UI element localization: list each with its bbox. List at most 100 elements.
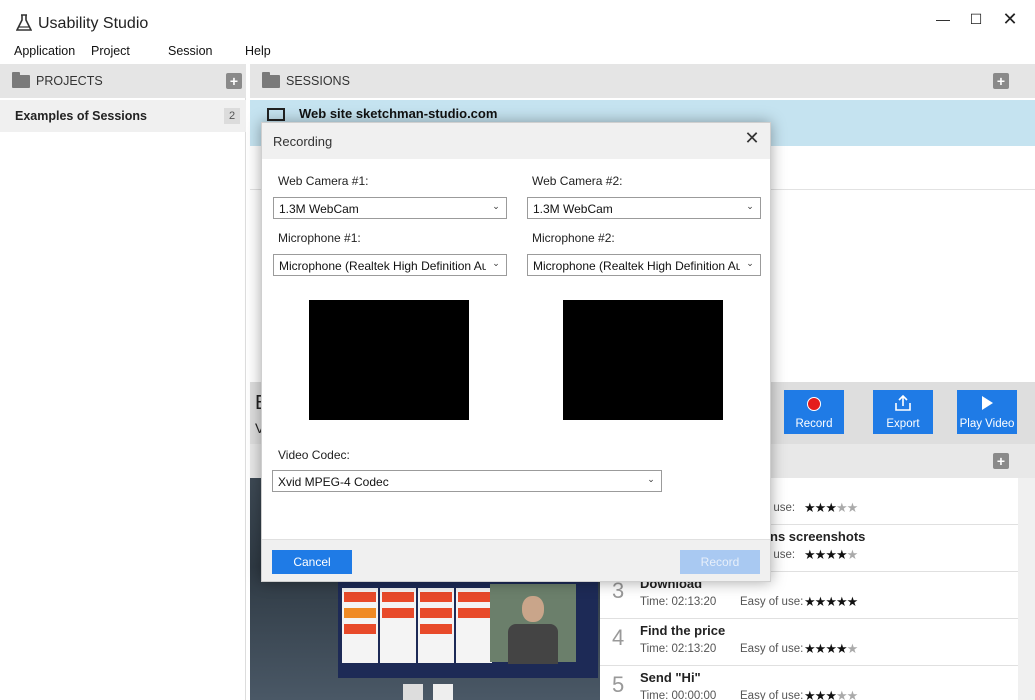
play-video-button[interactable]: Play Video <box>957 390 1017 434</box>
task-item[interactable]: 5 Send "Hi" Time: 00:00:00 Easy of use: … <box>600 666 1018 700</box>
task-name: ns screenshots <box>770 529 866 544</box>
project-item-label: Examples of Sessions <box>15 109 148 123</box>
task-time: Time: 02:13:20 <box>640 596 717 608</box>
web-camera-2-select[interactable]: 1.3M WebCam ⌄ <box>527 197 761 219</box>
project-item-count-badge: 2 <box>224 108 240 124</box>
star-filled-icon: ★ <box>825 688 837 700</box>
dialog-footer: Cancel Record <box>262 539 770 581</box>
dialog-title: Recording <box>273 134 333 149</box>
title-bar: Usability Studio — ☐ ✕ <box>0 0 1035 40</box>
recorded-screen-thumbnail <box>338 578 598 678</box>
camera-2-preview <box>563 300 723 420</box>
add-project-button[interactable]: + <box>226 73 242 89</box>
star-filled-icon: ★ <box>804 688 816 700</box>
star-filled-icon: ★ <box>825 594 837 609</box>
star-filled-icon: ★ <box>814 688 827 700</box>
microphone-2-value: Microphone (Realtek High Definition Audi… <box>533 259 740 273</box>
star-filled-icon: ★ <box>804 641 816 656</box>
task-easy-label: Easy of use: <box>740 596 804 608</box>
chevron-down-icon: ⌄ <box>492 258 500 268</box>
task-rating-stars: ★★★★★ <box>804 641 858 657</box>
video-codec-select[interactable]: Xvid MPEG-4 Codec ⌄ <box>272 470 662 492</box>
task-rating-stars: ★★★★★ <box>804 547 859 563</box>
play-video-button-label: Play Video <box>959 418 1015 430</box>
web-camera-2-value: 1.3M WebCam <box>533 202 613 216</box>
projects-pane: PROJECTS + Examples of Sessions 2 <box>0 64 246 700</box>
start-recording-button[interactable]: Record <box>680 550 760 574</box>
board-column <box>380 588 416 663</box>
task-time: Time: 02:13:20 <box>640 643 717 655</box>
play-icon <box>982 396 993 410</box>
dialog-body: Web Camera #1: Web Camera #2: 1.3M WebCa… <box>262 159 770 539</box>
star-empty-icon: ★ <box>846 688 859 700</box>
person-head <box>522 596 544 622</box>
export-button[interactable]: Export <box>873 390 933 434</box>
task-name: Send "Hi" <box>640 670 701 685</box>
folder-icon <box>262 72 280 88</box>
star-filled-icon: ★ <box>814 547 827 562</box>
star-filled-icon: ★ <box>835 547 848 562</box>
project-item[interactable]: Examples of Sessions 2 <box>0 100 246 132</box>
play-control-button[interactable] <box>403 684 423 700</box>
task-number: 5 <box>612 672 625 697</box>
projects-header: PROJECTS + <box>0 64 246 98</box>
add-session-button[interactable]: + <box>993 73 1009 89</box>
star-empty-icon: ★ <box>846 547 859 562</box>
star-filled-icon: ★ <box>846 594 859 609</box>
star-empty-icon: ★ <box>835 500 848 515</box>
cancel-button[interactable]: Cancel <box>272 550 352 574</box>
star-filled-icon: ★ <box>804 594 816 609</box>
microphone-1-value: Microphone (Realtek High Definition Audi… <box>279 259 486 273</box>
close-window-button[interactable]: ✕ <box>995 8 1025 30</box>
star-filled-icon: ★ <box>814 500 827 515</box>
star-filled-icon: ★ <box>835 641 848 656</box>
tasks-scrollbar[interactable] <box>1018 478 1035 700</box>
board-column <box>418 588 454 663</box>
menu-session[interactable]: Session <box>168 44 212 58</box>
minimize-button[interactable]: — <box>928 8 958 30</box>
add-task-button[interactable]: + <box>993 453 1009 469</box>
star-filled-icon: ★ <box>804 547 816 562</box>
task-name: Find the price <box>640 623 726 638</box>
video-codec-label: Video Codec: <box>278 448 350 462</box>
folder-icon <box>12 72 30 88</box>
maximize-button[interactable]: ☐ <box>961 8 991 30</box>
app-logo-icon <box>16 14 32 31</box>
task-easy-label: Easy of use: <box>740 643 804 655</box>
menu-application[interactable]: Application <box>14 44 75 58</box>
star-filled-icon: ★ <box>835 594 848 609</box>
person-body <box>508 624 558 664</box>
video-codec-value: Xvid MPEG-4 Codec <box>278 475 389 489</box>
task-item[interactable]: 4 Find the price Time: 02:13:20 Easy of … <box>600 619 1018 666</box>
star-filled-icon: ★ <box>814 641 827 656</box>
star-empty-icon: ★ <box>846 500 859 515</box>
chevron-down-icon: ⌄ <box>492 201 500 211</box>
task-time: Time: 00:00:00 <box>640 690 717 700</box>
microphone-1-select[interactable]: Microphone (Realtek High Definition Audi… <box>273 254 507 276</box>
chevron-down-icon: ⌄ <box>647 474 655 484</box>
monitor-icon <box>267 108 285 126</box>
app-window: Usability Studio — ☐ ✕ Application Proje… <box>0 0 1035 700</box>
stop-control-button[interactable] <box>433 684 453 700</box>
sessions-header-label: SESSIONS <box>286 74 350 88</box>
microphone-2-select[interactable]: Microphone (Realtek High Definition Audi… <box>527 254 761 276</box>
task-rating-stars: ★★★★★ <box>804 688 859 700</box>
star-filled-icon: ★ <box>804 500 816 515</box>
recording-dialog: Recording ✕ Web Camera #1: Web Camera #2… <box>261 122 771 582</box>
board-column <box>456 588 492 663</box>
board-column <box>342 588 378 663</box>
web-camera-1-value: 1.3M WebCam <box>279 202 359 216</box>
star-filled-icon: ★ <box>825 500 837 515</box>
web-camera-1-select[interactable]: 1.3M WebCam ⌄ <box>273 197 507 219</box>
dialog-close-button[interactable]: ✕ <box>742 128 762 150</box>
app-title: Usability Studio <box>38 15 149 32</box>
star-filled-icon: ★ <box>825 641 837 656</box>
web-camera-2-label: Web Camera #2: <box>532 174 623 188</box>
task-number: 4 <box>612 625 625 650</box>
record-button[interactable]: Record <box>784 390 844 434</box>
web-camera-1-label: Web Camera #1: <box>278 174 369 188</box>
microphone-2-label: Microphone #2: <box>532 231 615 245</box>
menu-help[interactable]: Help <box>245 44 271 58</box>
menu-project[interactable]: Project <box>91 44 130 58</box>
star-filled-icon: ★ <box>825 547 837 562</box>
